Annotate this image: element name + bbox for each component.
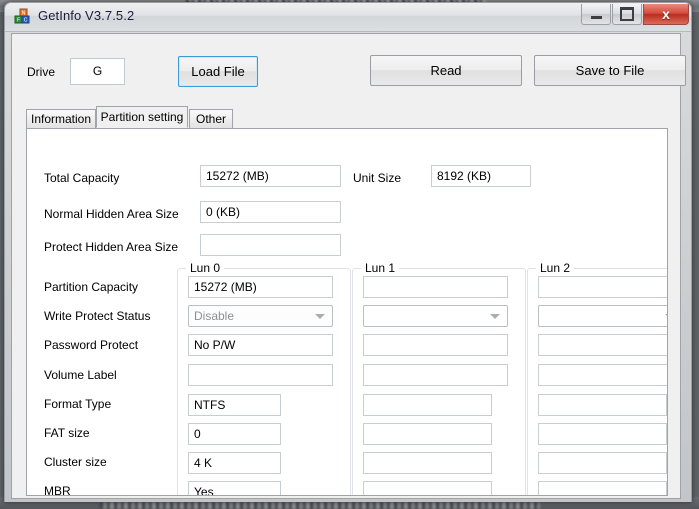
- write-protect-status-label: Write Protect Status: [44, 309, 151, 323]
- lun-0-fat-size[interactable]: 0: [188, 423, 281, 445]
- mbr-label: MBR: [44, 484, 71, 496]
- getinfo-window: N F C GetInfo V3.7.5.2 x Drive G Load Fi…: [4, 2, 692, 502]
- tab-partition-setting[interactable]: Partition setting: [96, 106, 188, 128]
- lun-1-fat-size[interactable]: [363, 423, 492, 445]
- lun-2-fat-size[interactable]: [538, 423, 667, 445]
- close-icon: x: [662, 6, 670, 22]
- lun-2-write-protect-status[interactable]: [538, 305, 667, 327]
- lun-0-write-protect-status[interactable]: Disable: [188, 305, 333, 327]
- lun-0-cluster-size[interactable]: 4 K: [188, 452, 281, 474]
- window-titlebar[interactable]: N F C GetInfo V3.7.5.2 x: [5, 3, 691, 32]
- lun-2-format-type[interactable]: [538, 394, 667, 416]
- close-button[interactable]: x: [643, 4, 689, 25]
- password-protect-label: Password Protect: [44, 338, 139, 352]
- svg-text:C: C: [24, 18, 28, 24]
- svg-text:F: F: [17, 18, 20, 24]
- cluster-size-label: Cluster size: [44, 455, 107, 469]
- total-capacity-input[interactable]: 15272 (MB): [200, 165, 341, 187]
- lun-2-password-protect[interactable]: [538, 334, 667, 356]
- maximize-icon: [620, 7, 634, 21]
- lun-0-mbr[interactable]: Yes: [188, 481, 281, 495]
- lun-1-volume-label[interactable]: [363, 364, 508, 386]
- blocks-icon: N F C: [14, 8, 30, 24]
- lun-0-write-protect-status-value: Disable: [194, 309, 235, 323]
- lun-1-write-protect-status[interactable]: [363, 305, 508, 327]
- lun-1-title: Lun 1: [361, 261, 400, 275]
- chevron-down-icon: [665, 314, 667, 319]
- lun-0-format-type[interactable]: NTFS: [188, 394, 281, 416]
- lun-1-group: Lun 1: [352, 261, 526, 495]
- drive-input[interactable]: G: [70, 58, 125, 85]
- tab-information[interactable]: Information: [26, 109, 96, 128]
- desktop-background-bottom-blur: [100, 502, 540, 509]
- read-button[interactable]: Read: [370, 55, 522, 86]
- screen: N F C GetInfo V3.7.5.2 x Drive G Load Fi…: [0, 0, 699, 509]
- lun-2-group: Lun 2: [527, 261, 667, 495]
- total-capacity-label: Total Capacity: [44, 171, 120, 185]
- lun-2-cluster-size[interactable]: [538, 452, 667, 474]
- normal-hidden-area-size-input[interactable]: 0 (KB): [200, 201, 341, 223]
- lun-0-title: Lun 0: [186, 261, 225, 275]
- lun-1-cluster-size[interactable]: [363, 452, 492, 474]
- normal-hidden-area-size-label: Normal Hidden Area Size: [44, 207, 179, 221]
- unit-size-input[interactable]: 8192 (KB): [431, 165, 531, 187]
- minimize-button[interactable]: [581, 4, 611, 25]
- lun-2-volume-label[interactable]: [538, 364, 667, 386]
- maximize-button[interactable]: [612, 4, 642, 25]
- client-area: Drive G Load File Read Save to File Info…: [11, 33, 686, 499]
- tabstrip: Information Partition setting Other: [26, 106, 668, 128]
- lun-1-mbr[interactable]: [363, 481, 492, 495]
- lun-1-password-protect[interactable]: [363, 334, 508, 356]
- lun-1-partition-capacity[interactable]: [363, 276, 508, 298]
- minimize-icon: [590, 16, 602, 19]
- tab-other[interactable]: Other: [189, 109, 233, 128]
- window-controls: x: [581, 4, 689, 25]
- load-file-button[interactable]: Load File: [178, 56, 258, 87]
- window-title: GetInfo V3.7.5.2: [38, 8, 135, 23]
- save-to-file-button[interactable]: Save to File: [534, 55, 686, 86]
- format-type-label: Format Type: [44, 397, 112, 411]
- lun-0-group: Lun 0 15272 (MB) Disable No P/W NTFS 0 4…: [177, 261, 351, 495]
- fat-size-label: FAT size: [44, 426, 90, 440]
- lun-2-title: Lun 2: [536, 261, 575, 275]
- protect-hidden-area-size-input[interactable]: [200, 234, 341, 256]
- chevron-down-icon: [315, 314, 325, 319]
- protect-hidden-area-size-label: Protect Hidden Area Size: [44, 240, 179, 254]
- lun-2-partition-capacity[interactable]: [538, 276, 667, 298]
- partition-setting-panel: Total Capacity 15272 (MB) Unit Size 8192…: [26, 128, 668, 496]
- lun-0-partition-capacity[interactable]: 15272 (MB): [188, 276, 333, 298]
- chevron-down-icon: [490, 314, 500, 319]
- lun-1-format-type[interactable]: [363, 394, 492, 416]
- drive-label: Drive: [27, 65, 56, 79]
- lun-0-volume-label[interactable]: [188, 364, 333, 386]
- volume-label-label: Volume Label: [44, 368, 117, 382]
- unit-size-label: Unit Size: [353, 171, 402, 185]
- partition-capacity-label: Partition Capacity: [44, 280, 139, 294]
- lun-0-password-protect[interactable]: No P/W: [188, 334, 333, 356]
- lun-2-mbr[interactable]: [538, 481, 667, 495]
